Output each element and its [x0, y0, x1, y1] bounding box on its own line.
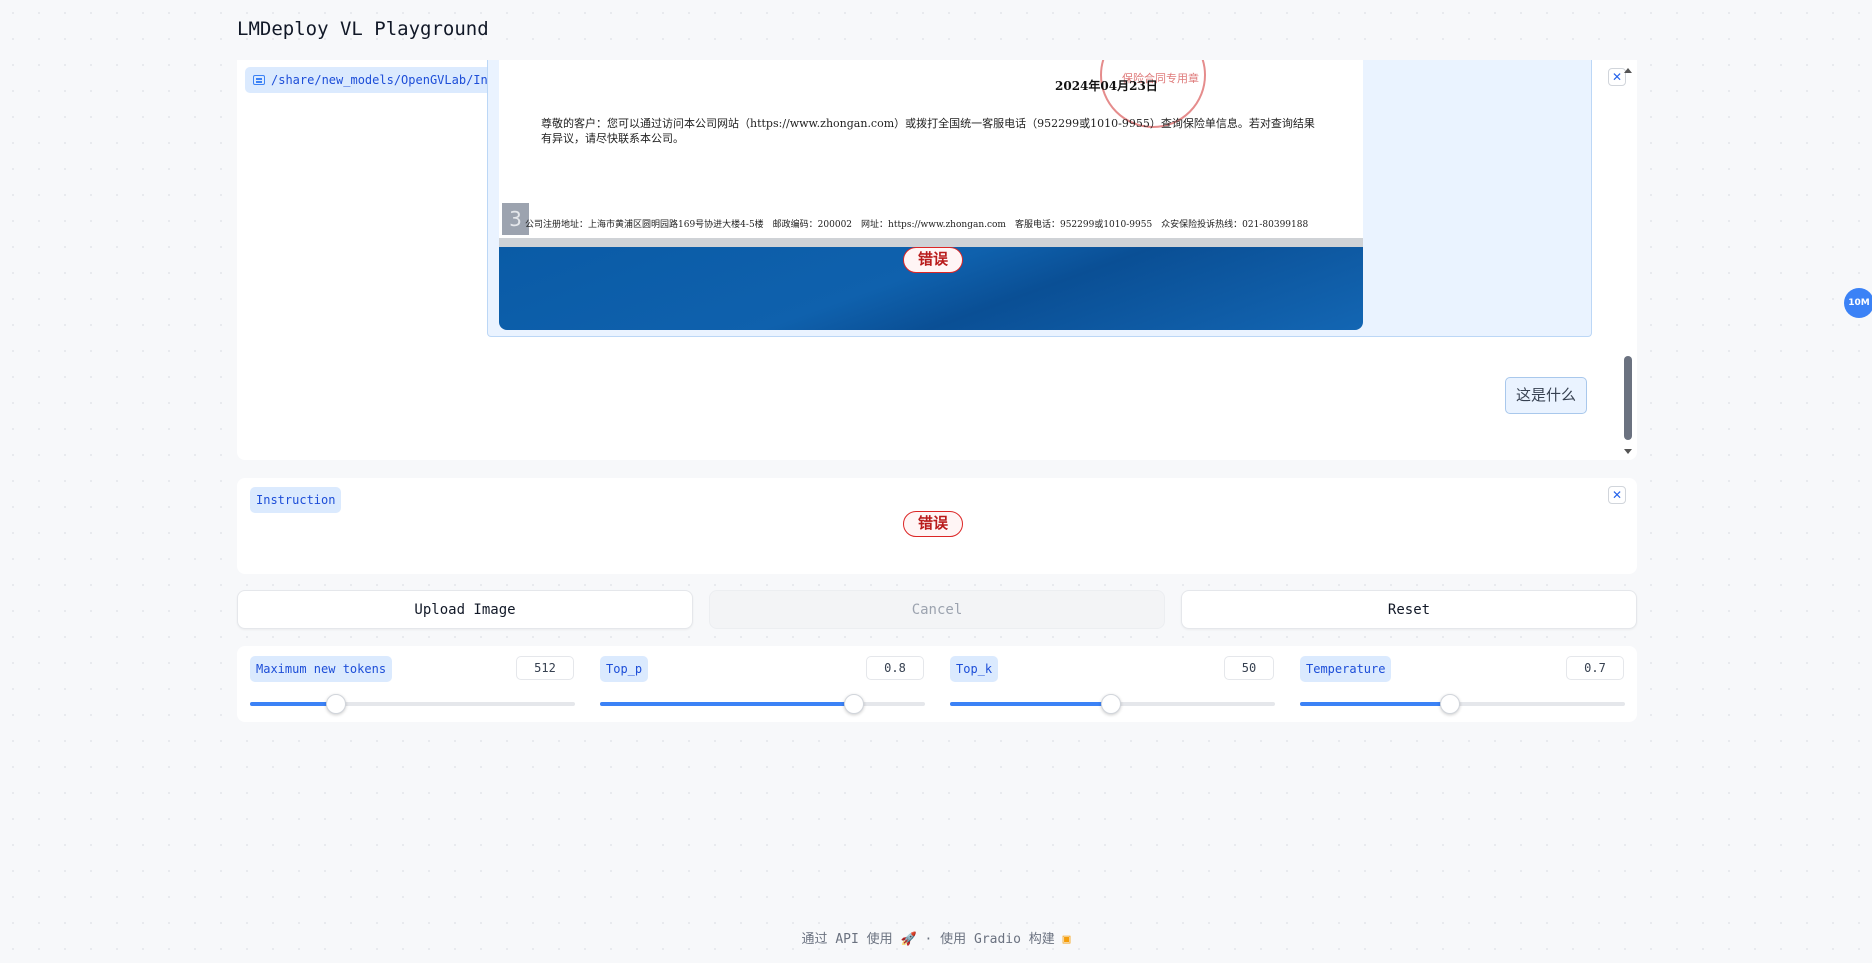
slider-fill [950, 702, 1111, 706]
temperature-input[interactable]: 0.7 [1566, 656, 1624, 680]
document-date: 2024年04月23日 [1055, 79, 1158, 93]
uploaded-document-image: 保险合同专用章 2024年04月23日 尊敬的客户：您可以通过访问本公司网站（h… [499, 60, 1363, 330]
document-footer-text: 公司注册地址：上海市黄浦区圆明园路169号协进大楼4-5楼 邮政编码：20000… [525, 220, 1309, 230]
image-error-badge: 错误 [903, 247, 964, 273]
parameters-panel [237, 646, 1637, 722]
instruction-label: Instruction [250, 487, 342, 513]
upload-image-button[interactable]: Upload Image [237, 590, 693, 629]
user-message-bubble: 这是什么 [1505, 377, 1588, 414]
slider-fill [1300, 702, 1450, 706]
max-new-tokens-label: Maximum new tokens [250, 656, 393, 682]
size-badge[interactable]: 10M [1844, 288, 1872, 318]
page-footer: 通过 API 使用 🚀 · 使用 Gradio 构建 ▣ [0, 928, 1872, 947]
top-p-input[interactable]: 0.8 [866, 656, 924, 680]
chat-icon [253, 75, 265, 85]
top-k-input[interactable]: 50 [1224, 656, 1274, 680]
top-p-slider[interactable] [600, 694, 925, 714]
reset-button[interactable]: Reset [1181, 590, 1637, 629]
document-paragraph: 尊敬的客户：您可以通过访问本公司网站（https://www.zhongan.c… [541, 117, 1315, 145]
scroll-up-arrow-icon[interactable] [1624, 68, 1632, 73]
gradio-link[interactable]: 使用 Gradio 构建 [940, 932, 1055, 947]
slider-thumb[interactable] [1100, 694, 1121, 714]
top-k-slider[interactable] [950, 694, 1275, 714]
scrollbar-thumb[interactable] [1624, 356, 1632, 440]
image-message-bubble: 保险合同专用章 2024年04月23日 尊敬的客户：您可以通过访问本公司网站（h… [487, 60, 1592, 337]
slider-fill [250, 702, 337, 706]
gradio-logo-icon: ▣ [1062, 932, 1071, 947]
top-k-label: Top_k [950, 656, 999, 682]
api-link[interactable]: 通过 API 使用 [802, 932, 893, 947]
instruction-error-badge: 错误 [903, 511, 964, 537]
slider-fill [600, 702, 854, 706]
max-new-tokens-input[interactable]: 512 [516, 656, 574, 680]
instruction-close-button[interactable]: ✕ [1608, 486, 1626, 504]
temperature-slider[interactable] [1300, 694, 1625, 714]
app-title: LMDeploy VL Playground [237, 18, 489, 40]
slider-thumb[interactable] [843, 694, 864, 714]
cancel-button[interactable]: Cancel [709, 590, 1165, 629]
chat-scrollbar[interactable] [1624, 66, 1632, 454]
max-new-tokens-slider[interactable] [250, 694, 575, 714]
slider-thumb[interactable] [326, 694, 347, 714]
slider-thumb[interactable] [1439, 694, 1460, 714]
rocket-icon: 🚀 [900, 932, 917, 947]
footer-separator: · [924, 932, 933, 947]
temperature-label: Temperature [1300, 656, 1392, 682]
top-p-label: Top_p [600, 656, 649, 682]
scroll-down-arrow-icon[interactable] [1624, 449, 1632, 454]
document-divider [499, 238, 1363, 247]
